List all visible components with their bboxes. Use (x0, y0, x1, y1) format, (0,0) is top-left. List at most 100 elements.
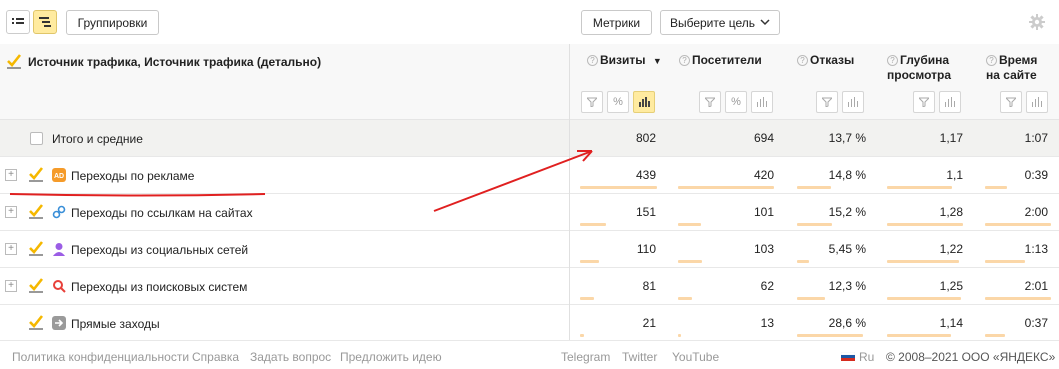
help-link[interactable]: Справка (192, 350, 239, 364)
table-row[interactable]: + AD Переходы по рекламе 439 420 14,8 % … (0, 157, 1059, 194)
visits-bar (580, 297, 594, 300)
column-time-label-1: Время (999, 53, 1038, 67)
table-row[interactable]: Прямые заходы 21 13 28,6 % 1,14 0:37 (0, 305, 1059, 342)
table-header: Источник трафика, Источник трафика (дета… (0, 44, 1059, 120)
time-bar (985, 334, 1005, 337)
visitors-bar (678, 297, 692, 300)
help-icon[interactable]: ? (797, 55, 808, 66)
expand-button[interactable]: + (5, 169, 17, 181)
bar-chart-icon[interactable] (842, 91, 864, 113)
sort-desc-icon: ▼ (652, 56, 662, 66)
column-visits-header[interactable]: ? Визиты ▼ (587, 53, 662, 69)
gear-icon[interactable] (1029, 14, 1045, 30)
depth-bar (887, 186, 952, 189)
percent-icon[interactable]: % (607, 91, 629, 113)
column-time-label-2: на сайте (986, 68, 1037, 82)
row-label[interactable]: Переходы из поисковых систем (71, 280, 247, 294)
groupings-button[interactable]: Группировки (66, 10, 159, 35)
row-label[interactable]: Переходы из социальных сетей (71, 243, 248, 257)
table-row[interactable]: + Переходы по ссылкам на сайтах 151 101 … (0, 194, 1059, 231)
help-icon[interactable]: ? (587, 55, 598, 66)
table-row[interactable]: + Переходы из социальных сетей 110 103 5… (0, 231, 1059, 268)
bounce-tools (816, 91, 864, 113)
bar-chart-icon[interactable] (1026, 91, 1048, 113)
column-divider (569, 44, 570, 340)
list-icon (12, 18, 24, 24)
row-bounce: 14,8 % (828, 168, 866, 182)
row-label[interactable]: Переходы по ссылкам на сайтах (71, 206, 253, 220)
help-icon[interactable]: ? (986, 55, 997, 66)
filter-icon[interactable] (1000, 91, 1022, 113)
time-tools (1000, 91, 1048, 113)
total-time: 1:07 (1024, 131, 1048, 145)
expand-button[interactable]: + (5, 243, 17, 255)
visits-bar (580, 223, 606, 226)
column-bounce-label: Отказы (810, 53, 855, 67)
depth-tools (913, 91, 961, 113)
filter-icon[interactable] (816, 91, 838, 113)
column-visitors-label: Посетители (692, 53, 762, 67)
privacy-link[interactable]: Политика конфиденциальности (12, 350, 189, 364)
telegram-link[interactable]: Telegram (561, 350, 610, 364)
row-visits: 151 (635, 205, 656, 219)
table-row[interactable]: + Переходы из поисковых систем 81 62 12,… (0, 268, 1059, 305)
row-visits: 81 (642, 279, 656, 293)
column-depth-header[interactable]: ? Глубина просмотра (887, 53, 951, 83)
row-checkbox[interactable] (28, 277, 44, 293)
select-all-checkbox[interactable] (6, 53, 22, 69)
bar-chart-icon[interactable] (633, 91, 655, 113)
bounce-bar (797, 334, 863, 337)
bounce-bar (797, 223, 832, 226)
depth-bar (887, 223, 963, 226)
bounce-bar (797, 297, 825, 300)
row-bounce: 15,2 % (828, 205, 866, 219)
total-checkbox[interactable] (30, 132, 43, 145)
bar-chart-icon[interactable] (751, 91, 773, 113)
ask-link[interactable]: Задать вопрос (250, 350, 331, 364)
row-time: 2:00 (1024, 205, 1048, 219)
bar-chart-icon[interactable] (939, 91, 961, 113)
help-icon[interactable]: ? (679, 55, 690, 66)
tree-icon (39, 17, 51, 27)
row-visitors: 62 (760, 279, 774, 293)
row-time: 2:01 (1024, 279, 1048, 293)
dimension-title[interactable]: Источник трафика, Источник трафика (дета… (28, 55, 321, 69)
total-row: Итого и средние 802 694 13,7 % 1,17 1:07 (0, 120, 1059, 157)
tree-view-button[interactable] (33, 10, 57, 34)
row-label[interactable]: Переходы по рекламе (71, 169, 194, 183)
percent-icon[interactable]: % (725, 91, 747, 113)
column-bounce-header[interactable]: ? Отказы (797, 53, 854, 68)
filter-icon[interactable] (913, 91, 935, 113)
row-checkbox[interactable] (28, 314, 44, 330)
help-icon[interactable]: ? (887, 55, 898, 66)
expand-button[interactable]: + (5, 206, 17, 218)
person-icon (53, 243, 65, 256)
row-checkbox[interactable] (28, 166, 44, 182)
row-label[interactable]: Прямые заходы (71, 317, 160, 331)
visits-tools: % (581, 91, 655, 113)
ad-icon: AD (52, 168, 66, 182)
time-bar (985, 186, 1007, 189)
metrics-button[interactable]: Метрики (581, 10, 652, 35)
filter-icon[interactable] (699, 91, 721, 113)
row-bounce: 28,6 % (828, 316, 866, 330)
total-depth: 1,17 (939, 131, 963, 145)
list-view-button[interactable] (6, 10, 30, 34)
column-time-header[interactable]: ? Время на сайте (986, 53, 1037, 83)
goal-select[interactable]: Выберите цель (660, 10, 780, 35)
twitter-link[interactable]: Twitter (622, 350, 657, 364)
language-switch[interactable]: Ru (859, 350, 874, 364)
youtube-link[interactable]: YouTube (672, 350, 719, 364)
row-checkbox[interactable] (28, 240, 44, 256)
time-bar (985, 223, 1051, 226)
idea-link[interactable]: Предложить идею (340, 350, 442, 364)
total-visitors: 694 (753, 131, 774, 145)
row-visitors: 103 (753, 242, 774, 256)
column-visitors-header[interactable]: ? Посетители (679, 53, 762, 68)
filter-icon[interactable] (581, 91, 603, 113)
russia-flag-icon (841, 352, 855, 361)
row-checkbox[interactable] (28, 203, 44, 219)
row-visits: 110 (636, 242, 656, 256)
expand-button[interactable]: + (5, 280, 17, 292)
depth-bar (887, 260, 959, 263)
